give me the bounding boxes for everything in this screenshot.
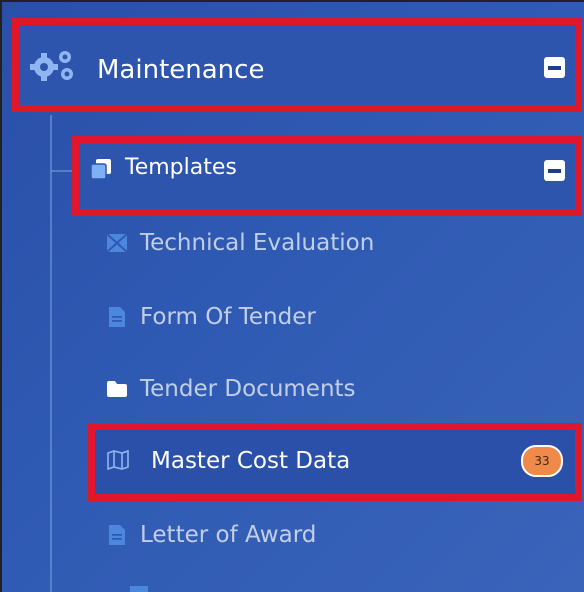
- folder-icon: [106, 378, 128, 400]
- menu-label-tender-documents: Tender Documents: [140, 376, 356, 402]
- menu-label-letter-of-award: Letter of Award: [140, 522, 317, 548]
- collapse-icon[interactable]: [544, 57, 565, 78]
- menu-label-maintenance: Maintenance: [97, 55, 265, 85]
- document-icon: [106, 306, 128, 328]
- menu-label-technical-evaluation: Technical Evaluation: [140, 230, 375, 256]
- document-icon: [106, 524, 128, 546]
- menu-item-technical-evaluation[interactable]: Technical Evaluation: [106, 230, 374, 256]
- copy-icon: [89, 157, 113, 185]
- menu-item-form-of-tender[interactable]: Form Of Tender: [106, 304, 316, 330]
- count-badge: 33: [521, 445, 563, 477]
- menu-label-master-cost-data: Master Cost Data: [151, 448, 351, 474]
- evaluation-icon: [106, 232, 128, 254]
- tree-line: [50, 115, 52, 592]
- partial-icon: [130, 586, 148, 592]
- collapse-icon[interactable]: [544, 160, 565, 181]
- menu-label-templates: Templates: [125, 155, 237, 180]
- menu-item-maintenance[interactable]: Maintenance: [12, 18, 582, 112]
- gears-icon: [29, 47, 77, 87]
- map-icon: [107, 449, 129, 474]
- menu-label-form-of-tender: Form Of Tender: [140, 304, 316, 330]
- menu-item-templates[interactable]: Templates: [72, 136, 582, 216]
- menu-item-tender-documents[interactable]: Tender Documents: [106, 376, 356, 402]
- sidebar-menu: Maintenance Templates Technical Evaluati…: [0, 0, 584, 592]
- menu-item-letter-of-award[interactable]: Letter of Award: [106, 522, 316, 548]
- tree-branch: [51, 170, 73, 172]
- menu-item-master-cost-data[interactable]: Master Cost Data 33: [88, 423, 582, 501]
